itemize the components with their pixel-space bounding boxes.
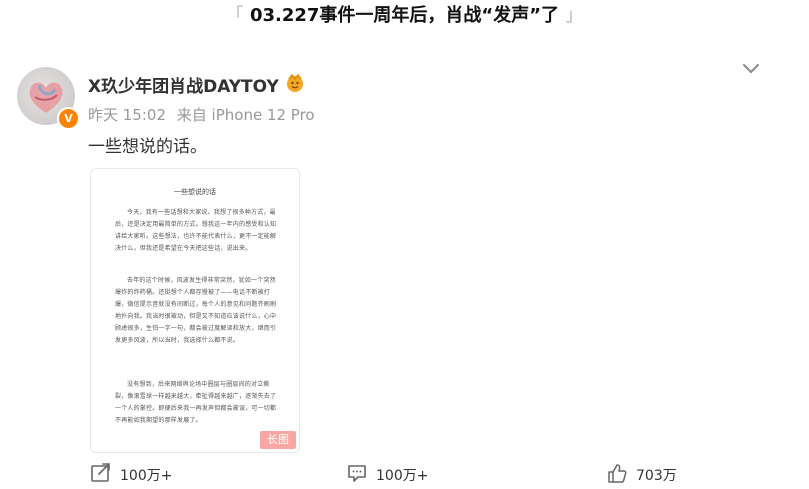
long-image-tag: 长图 (260, 431, 296, 449)
post-text: 一些想说的话。 (88, 137, 207, 157)
verified-badge-icon: V (57, 107, 80, 130)
post-source: 来自 iPhone 12 Pro (176, 106, 315, 124)
repost-count: 100万+ (120, 468, 173, 484)
like-button[interactable]: 703万 (606, 462, 706, 486)
long-image-thumbnail[interactable]: 一些想说的话 今天，我有一些话想和大家说。我想了很多种方式，最后，还是决定用最简… (90, 168, 300, 453)
headline-right-bracket: 」 (565, 5, 584, 26)
doc-paragraph: 没有想到，后来网络舆论场中圈层与圈层间的对立撕裂，像滚雪球一样越来越大，牵扯得越… (115, 381, 277, 424)
post-time: 昨天 15:02 (88, 106, 166, 124)
headline: 「 03.227事件一周年后，肖战“发声”了 」 (0, 0, 809, 32)
like-count: 703万 (636, 468, 677, 484)
comment-icon (348, 465, 366, 482)
doc-paragraph: 今天，我有一些话想和大家说。我想了很多种方式，最后，还是决定用最简单的方式。想我… (115, 209, 277, 252)
repost-button[interactable]: 100万+ (90, 462, 200, 486)
post-meta: 昨天 15:02 来自 iPhone 12 Pro (88, 104, 321, 125)
comment-button[interactable]: 100万+ (346, 462, 456, 486)
user-name[interactable]: X玖少年团肖战DAYTOY (88, 72, 279, 97)
comment-count: 100万+ (376, 468, 429, 484)
doc-paragraph: 去年的这个时候，风波发生得非常突然，犹如一个突然爆炸的炸药桶。还挺想个人都存慢被… (115, 277, 277, 344)
thumbs-up-icon (608, 464, 627, 483)
headline-text: 03.227事件一周年后，肖战“发声”了 (249, 5, 560, 26)
doc-title: 一些想说的话 (174, 188, 216, 196)
headline-left-bracket: 「 (225, 5, 244, 26)
member-crown-icon (287, 73, 303, 92)
repost-icon (91, 463, 110, 482)
chevron-down-icon[interactable] (740, 60, 762, 78)
